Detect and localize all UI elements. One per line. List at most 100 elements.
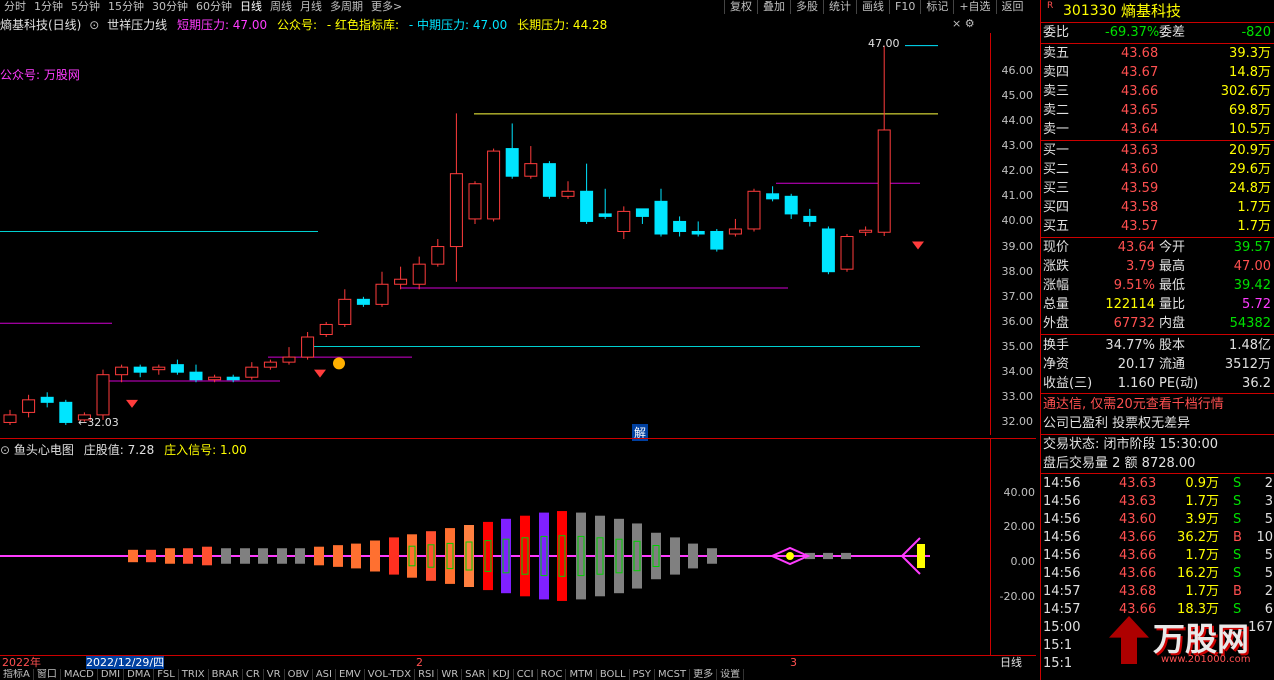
lower-tick: 40.00 [1003,486,1036,499]
period-tab-0[interactable]: 分时 [0,0,30,14]
func-button-7[interactable]: +自选 [953,0,995,14]
candle-body [542,163,556,197]
stat-row: 涨跌 3.79 最高 47.00 [1043,259,1271,274]
indicator-tab-2[interactable]: MACD [61,669,98,680]
lower-axis: 40.00 20.00 0.00 -20.00 [990,438,1039,656]
candle-body [431,246,445,265]
indicator-tab-15[interactable]: WR [438,669,463,680]
func-button-5[interactable]: F10 [889,0,920,14]
period-tab-4[interactable]: 30分钟 [148,0,192,14]
func-button-8[interactable]: 返回 [995,0,1029,14]
date-label: 2022/12/29/四 [86,656,165,669]
histogram-bar [183,548,193,564]
candle-body [487,150,501,220]
diamond-signal-icon [314,369,326,378]
stat-row: 现价 43.64 今开 39.57 [1043,240,1271,255]
candle-body [245,366,259,378]
signal-value: 庄入信号: 1.00 [164,443,247,457]
price-tick: 38.00 [1001,264,1034,278]
indicator-tab-1[interactable]: 窗口 [34,669,61,680]
indicator-tab-6[interactable]: TRIX [179,669,209,680]
price-tick: 41.00 [1001,189,1034,203]
tick-row: 15:1 [1043,638,1073,653]
indicator-tab-19[interactable]: ROC [538,669,567,680]
histogram-bar [389,537,399,575]
indicator-tab-8[interactable]: CR [243,669,264,680]
indicator-tab-16[interactable]: SAR [462,669,490,680]
indicator-tab-4[interactable]: DMA [124,669,155,680]
indicator-tab-17[interactable]: KDJ [489,669,514,680]
price-chart[interactable] [0,33,990,435]
period-tab-8[interactable]: 月线 [296,0,326,14]
indicator-tab-12[interactable]: EMV [336,669,365,680]
indicator-tab-11[interactable]: ASI [313,669,336,680]
candle-body [561,190,575,197]
stock-code: 301330 [1063,3,1117,19]
candle-body [654,200,668,235]
high-label: 47.00 [868,37,900,50]
candle-body [394,278,408,285]
func-button-3[interactable]: 统计 [823,0,856,14]
quote-header: R 301330 熵基科技 [1041,0,1274,22]
dropdown-icon[interactable]: ⊙ [89,18,99,32]
period-tab-9[interactable]: 多周期 [326,0,367,14]
indicator-tab-24[interactable]: 更多 [690,669,718,680]
histogram-bar [314,546,324,566]
histogram-bar [128,549,138,563]
fishhead-chart[interactable] [0,460,990,655]
candle-body [784,195,798,215]
indicator-tab-20[interactable]: MTM [566,669,597,680]
period-tab-3[interactable]: 15分钟 [104,0,148,14]
mid-pressure: - 中期压力: 47.00 [408,18,508,32]
price-tick: 35.00 [1001,340,1034,354]
histogram-bar [707,548,717,564]
lower-title[interactable]: 鱼头心电图 [14,443,74,457]
candle-body [840,236,854,270]
price-tick: 37.00 [1001,289,1034,303]
tick-row: 14:57 43.68 1.7万 B 2 [1043,584,1273,599]
histogram-bar [688,543,698,569]
period-tab-10[interactable]: 更多> [367,0,406,14]
indicator-tab-10[interactable]: OBV [285,669,313,680]
indicator-tab-18[interactable]: CCI [514,669,538,680]
indicator-name[interactable]: 世祥压力线 [107,18,167,32]
period-tab-7[interactable]: 周线 [266,0,296,14]
indicator-tab-9[interactable]: VR [264,669,285,680]
indicator-tab-5[interactable]: FSL [154,669,179,680]
stock-name: 熵基科技 [1121,2,1182,20]
tick-row: 14:56 43.63 0.9万 S 2 [1043,476,1273,491]
func-button-2[interactable]: 多股 [790,0,823,14]
tick-row: 15:00 167 [1043,620,1273,635]
period-tab-5[interactable]: 60分钟 [192,0,236,14]
price-tick: 42.00 [1001,164,1034,178]
func-button-0[interactable]: 复权 [724,0,757,14]
indicator-tab-23[interactable]: MCST [655,669,691,680]
candle-body [468,183,482,220]
indicator-tab-22[interactable]: PSY [630,669,656,680]
price-tick: 32.00 [1001,415,1034,429]
ask-row: 卖三 43.66 302.6万 [1043,84,1271,99]
indicator-tab-14[interactable]: RSI [415,669,439,680]
func-button-6[interactable]: 标记 [920,0,953,14]
indicator-tab-3[interactable]: DMI [98,669,125,680]
lower-close-icon[interactable]: ⊙ [0,443,10,457]
candle-body [617,210,631,232]
func-button-1[interactable]: 叠加 [757,0,790,14]
indicator-tab-7[interactable]: BRAR [209,669,243,680]
ad-row[interactable]: 通达信, 仅需20元查看千档行情 [1041,395,1274,414]
period-tab-6[interactable]: 日线 [236,0,266,14]
candle-body [356,298,370,305]
func-button-4[interactable]: 画线 [856,0,889,14]
indicator-tab-25[interactable]: 设置 [717,669,745,680]
indicator-tab-0[interactable]: 指标A [0,669,34,680]
chart-close-icon[interactable]: × ⚙ [952,17,975,30]
indicator-tab-21[interactable]: BOLL [597,669,630,680]
indicator-tab-13[interactable]: VOL-TDX [365,669,416,680]
ad2-row[interactable]: 公司已盈利 投票权无差异 [1041,414,1274,433]
period-tab-1[interactable]: 1分钟 [30,0,67,14]
histogram-bar [295,548,305,564]
diamond-signal-icon [912,241,924,250]
period-tab-2[interactable]: 5分钟 [67,0,104,14]
price-tick: 46.00 [1001,63,1034,77]
price-tick: 33.00 [1001,390,1034,404]
